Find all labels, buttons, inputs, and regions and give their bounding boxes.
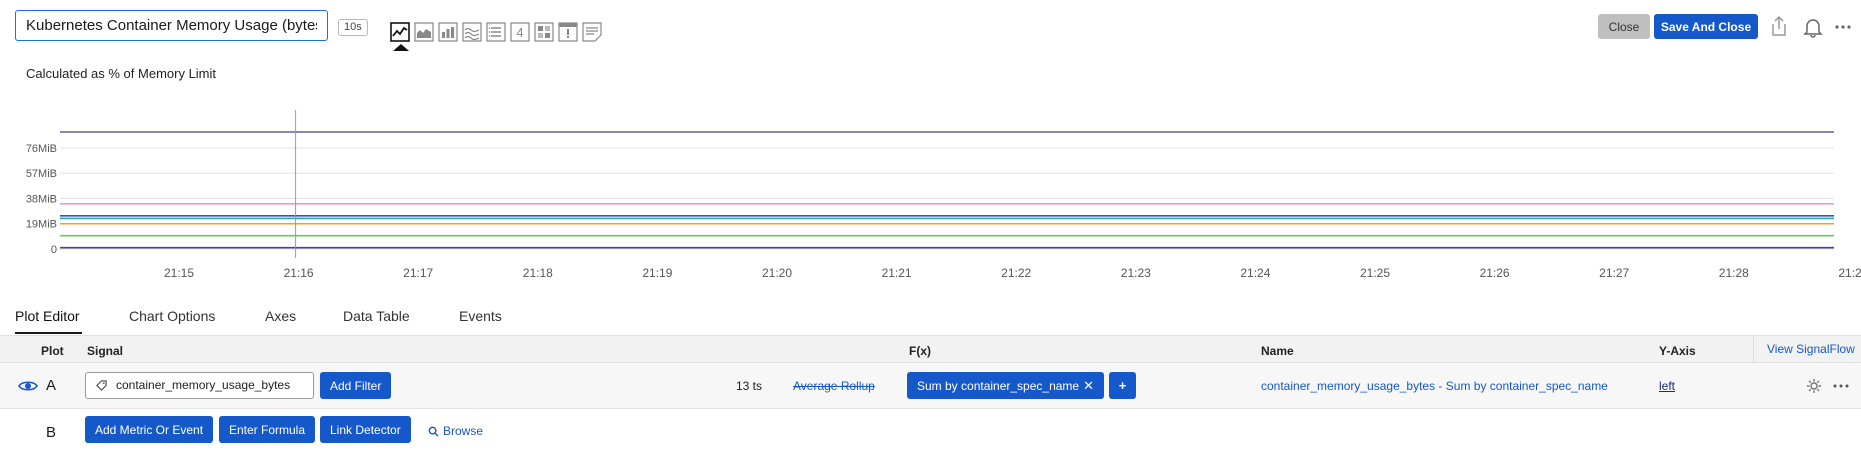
chart-subtitle: Calculated as % of Memory Limit [26,66,217,81]
editor-tabs: Plot Editor Chart Options Axes Data Tabl… [15,306,519,334]
x-tick-label: 21:16 [284,266,314,280]
histogram-icon[interactable] [461,21,483,43]
chart-type-toolbar: 4 [389,21,603,43]
remove-function-icon[interactable]: ✕ [1083,378,1094,393]
header-name: Name [1261,344,1294,358]
search-icon [428,426,439,437]
resolution-badge: 10s [338,19,368,36]
ts-count: 13 ts [736,379,763,393]
link-detector-button[interactable]: Link Detector [320,416,411,443]
tag-icon [96,380,107,391]
x-tick-label: 21:21 [882,266,912,280]
plot-row-b: B Add Metric Or Event Enter Formula Link… [0,409,1861,454]
add-filter-button[interactable]: Add Filter [320,372,392,399]
header-fx: F(x) [909,344,931,358]
x-tick-label: 21:18 [523,266,553,280]
active-tab-indicator [15,332,82,334]
x-tick-label: 21:25 [1360,266,1390,280]
text-note-icon[interactable] [581,21,603,43]
fx-function-label: Sum by container_spec_name [917,379,1080,393]
browse-label: Browse [443,424,484,438]
chart-svg: 76MiB 57MiB 38MiB 19MiB 0 21:15 21:16 21:17 21:1… [26,110,1861,280]
eye-icon[interactable] [18,379,38,393]
y-tick-label: 0 [51,244,57,256]
add-function-button[interactable]: + [1109,372,1136,399]
x-tick-label: 21:24 [1240,266,1270,280]
list-icon[interactable] [485,21,507,43]
x-tick-label: 21:15 [164,266,194,280]
y-tick-label: 57MiB [26,168,57,180]
tab-events[interactable]: Events [459,306,519,334]
plot-table-header: Plot Signal F(x) Name Y-Axis [0,335,1861,363]
x-tick-label: 21:29 [1838,266,1861,280]
row-more-options-icon[interactable] [1832,378,1850,394]
gear-icon[interactable] [1806,378,1822,394]
event-feed-icon[interactable] [557,21,579,43]
x-tick-label: 21:23 [1121,266,1151,280]
add-metric-or-event-button[interactable]: Add Metric Or Event [85,416,214,443]
svg-text:4: 4 [516,25,523,40]
tab-axes[interactable]: Axes [265,306,343,334]
x-tick-label: 21:20 [762,266,792,280]
fx-function-pill[interactable]: Sum by container_spec_name ✕ [907,372,1104,399]
header-signal: Signal [87,344,124,358]
plot-name-link[interactable]: container_memory_usage_bytes - Sum by co… [1261,379,1608,393]
yaxis-link[interactable]: left [1659,379,1675,393]
close-button[interactable]: Close [1598,14,1650,39]
column-chart-icon[interactable] [437,21,459,43]
y-tick-label: 38MiB [26,193,57,205]
line-chart-icon[interactable] [389,21,411,43]
y-tick-label: 76MiB [26,143,57,155]
tab-plot-editor[interactable]: Plot Editor [15,306,129,334]
chart-title-input[interactable] [15,10,328,41]
more-options-icon[interactable] [1833,17,1853,37]
signal-input[interactable]: container_memory_usage_bytes [85,372,314,399]
plot-letter-b: B [46,424,57,441]
signal-text: container_memory_usage_bytes [116,378,291,392]
tab-chart-options[interactable]: Chart Options [129,306,265,334]
view-signalflow-link[interactable]: View SignalFlow [1753,335,1855,363]
plot-row-a: A container_memory_usage_bytes Add Filte… [0,363,1861,409]
x-tick-label: 21:19 [642,266,672,280]
bell-icon[interactable] [1803,16,1823,38]
x-tick-label: 21:26 [1480,266,1510,280]
y-tick-label: 19MiB [26,219,57,231]
line-chart[interactable]: 76MiB 57MiB 38MiB 19MiB 0 21:15 21:16 21:17 21:1… [0,110,1861,285]
single-value-icon[interactable]: 4 [509,21,531,43]
header-yaxis: Y-Axis [1659,344,1696,358]
heatmap-icon[interactable] [533,21,555,43]
enter-formula-button[interactable]: Enter Formula [219,416,316,443]
save-and-close-button[interactable]: Save And Close [1654,14,1758,39]
x-tick-label: 21:22 [1001,266,1031,280]
x-tick-label: 21:27 [1599,266,1629,280]
browse-link[interactable]: Browse [428,424,483,438]
plot-letter-a: A [46,377,57,394]
header-plot: Plot [41,344,64,358]
x-tick-label: 21:17 [403,266,433,280]
selected-chart-type-caret [393,44,409,51]
area-chart-icon[interactable] [413,21,435,43]
share-icon[interactable] [1769,15,1789,37]
tab-data-table[interactable]: Data Table [343,306,459,334]
x-tick-label: 21:28 [1719,266,1749,280]
rollup-link[interactable]: Average Rollup [793,379,875,393]
